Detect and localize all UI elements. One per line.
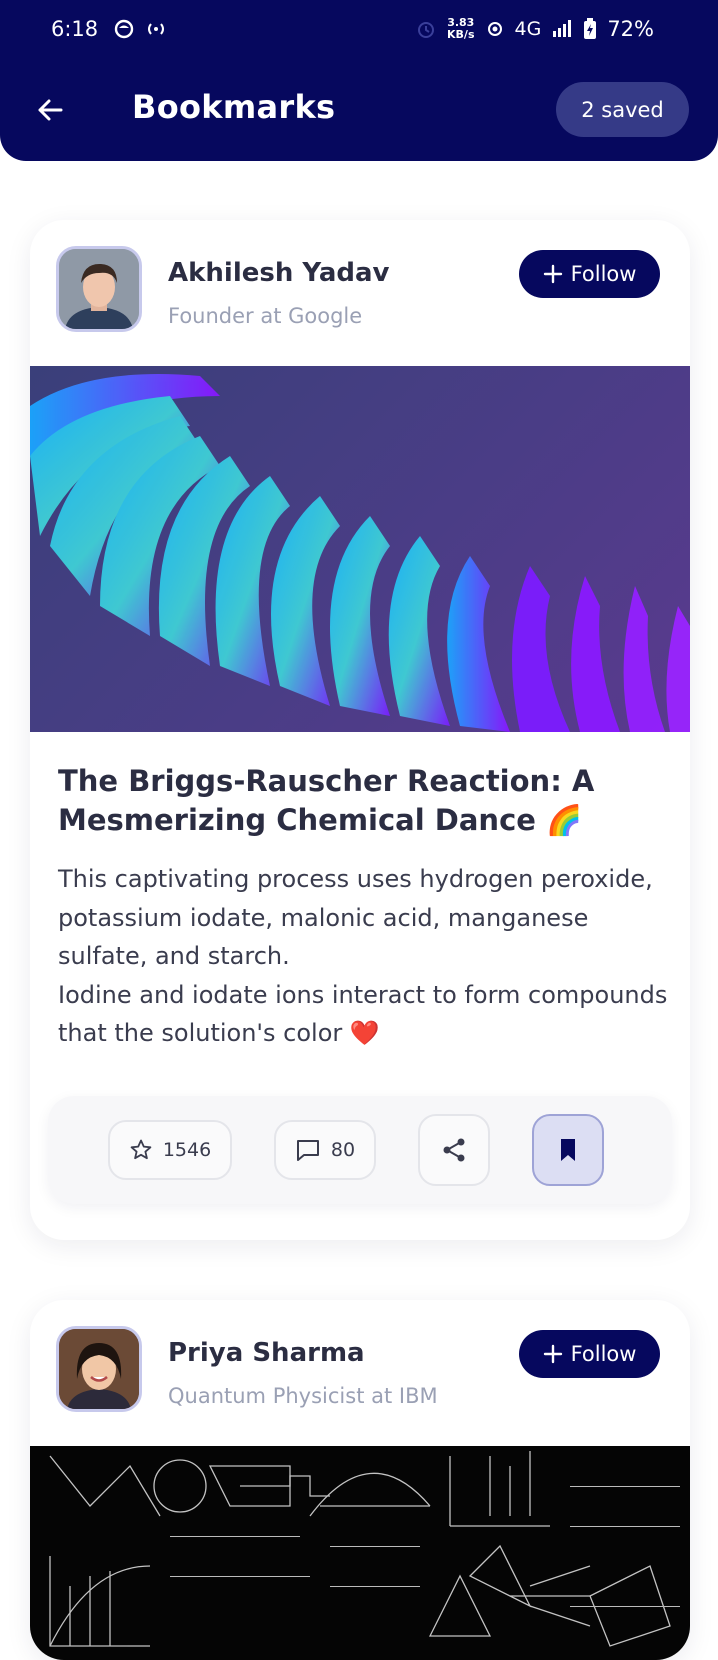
post-card: Priya Sharma Quantum Physicist at IBM Fo… xyxy=(30,1300,690,1660)
post-image-art xyxy=(49,1451,680,1647)
status-right-icons: 3.83 KB/s 4G 72% xyxy=(415,17,654,41)
post-actions-bar: 1546 80 xyxy=(48,1096,672,1204)
status-bar: 6:18 3.83 KB/s 4G 72% xyxy=(0,0,718,60)
net-speed: 3.83 KB/s xyxy=(447,16,475,41)
follow-label: Follow xyxy=(570,1342,637,1366)
author-name[interactable]: Priya Sharma xyxy=(168,1338,365,1368)
status-left-icons xyxy=(114,19,168,39)
author-role: Quantum Physicist at IBM xyxy=(168,1384,438,1408)
author-role: Founder at Google xyxy=(168,304,363,328)
comment-button[interactable]: 80 xyxy=(274,1120,376,1180)
like-count: 1546 xyxy=(162,1139,212,1161)
back-button[interactable] xyxy=(30,90,70,130)
author-avatar-image xyxy=(59,1329,139,1409)
follow-label: Follow xyxy=(570,262,637,286)
follow-button[interactable]: Follow xyxy=(519,250,660,298)
author-avatar-image xyxy=(59,249,139,329)
post-title[interactable]: The Briggs-Rauscher Reaction: A Mesmeriz… xyxy=(58,762,668,840)
bookmark-button[interactable] xyxy=(532,1114,604,1186)
comment-count: 80 xyxy=(330,1139,356,1161)
share-icon xyxy=(443,1138,465,1162)
post-image[interactable] xyxy=(30,366,690,732)
app-header: 6:18 3.83 KB/s 4G 72% Bookmarks 2 saved xyxy=(0,0,718,161)
post-image-art xyxy=(30,374,690,732)
signal-icon xyxy=(553,20,572,37)
bookmark-icon xyxy=(561,1139,575,1161)
share-button[interactable] xyxy=(418,1114,490,1186)
wifi-calling-icon xyxy=(487,22,502,36)
saved-count-badge: 2 saved xyxy=(556,82,689,137)
plus-icon xyxy=(543,1344,562,1364)
star-icon xyxy=(130,1139,152,1160)
battery-icon xyxy=(584,18,597,39)
back-arrow-icon xyxy=(38,99,63,121)
hotspot-icon xyxy=(148,23,164,35)
follow-button[interactable]: Follow xyxy=(519,1330,660,1378)
battery-percent: 72% xyxy=(607,17,654,41)
alarm-icon xyxy=(418,22,435,38)
post-card: Akhilesh Yadav Founder at Google Follow xyxy=(30,220,690,1240)
network-type: 4G xyxy=(514,18,542,40)
plus-icon xyxy=(543,264,562,284)
avatar[interactable] xyxy=(56,1326,142,1412)
avatar[interactable] xyxy=(56,246,142,332)
post-body: This captivating process uses hydrogen p… xyxy=(58,865,668,1047)
status-time: 6:18 xyxy=(51,17,99,41)
page-title: Bookmarks xyxy=(132,88,336,126)
like-button[interactable]: 1546 xyxy=(108,1120,232,1180)
author-name[interactable]: Akhilesh Yadav xyxy=(168,258,390,288)
post-image[interactable] xyxy=(30,1446,690,1660)
comment-icon xyxy=(296,1140,319,1161)
app-notification-icon xyxy=(114,19,134,39)
